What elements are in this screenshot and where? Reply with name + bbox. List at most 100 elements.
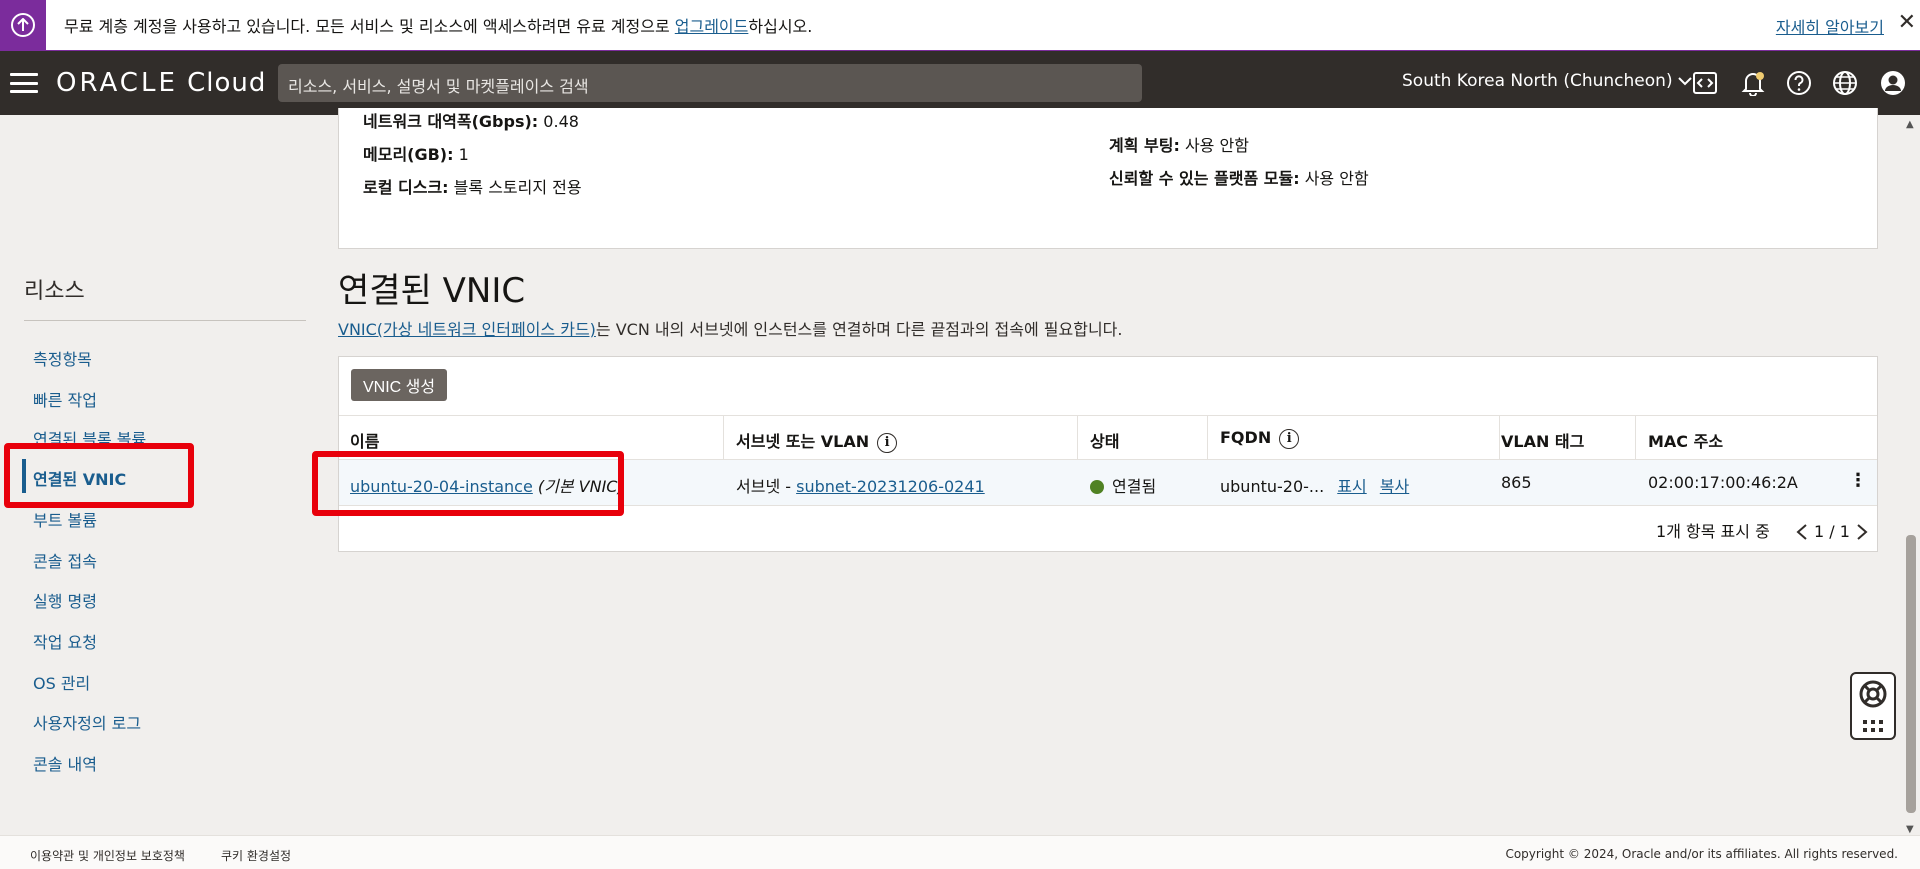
free-tier-banner: 무료 계층 계정을 사용하고 있습니다. 모든 서비스 및 리소스에 액세스하려… bbox=[0, 0, 1920, 51]
detail-value: 블록 스토리지 전용 bbox=[453, 178, 582, 197]
upgrade-icon-box bbox=[0, 0, 46, 51]
cloud-shell-icon[interactable] bbox=[1692, 70, 1718, 96]
bell-icon[interactable] bbox=[1740, 70, 1766, 96]
col-fqdn: FQDN i bbox=[1220, 428, 1300, 449]
vnic-description: VNIC(가상 네트워크 인터페이스 카드)는 VCN 내의 서브넷에 인스턴스… bbox=[338, 316, 1122, 340]
sidebar-item-work-requests[interactable]: 작업 요청 bbox=[33, 629, 97, 653]
col-separator bbox=[1635, 416, 1636, 461]
col-separator bbox=[723, 416, 724, 461]
arrow-up-icon bbox=[11, 13, 35, 37]
subnet-link[interactable]: subnet-20231206-0241 bbox=[796, 477, 985, 496]
top-header: ORACLE Cloud 리소스, 서비스, 설명서 및 마켓플레이스 검색 S… bbox=[0, 51, 1920, 115]
detail-memory: 메모리(GB): 1 bbox=[363, 141, 469, 165]
fqdn-show-link[interactable]: 표시 bbox=[1337, 477, 1366, 496]
search-input[interactable]: 리소스, 서비스, 설명서 및 마켓플레이스 검색 bbox=[278, 64, 1142, 102]
detail-network-bandwidth: 네트워크 대역폭(Gbps): 0.48 bbox=[363, 108, 579, 132]
detail-value: 사용 안함 bbox=[1304, 169, 1369, 188]
sidebar-item-quick-actions[interactable]: 빠른 작업 bbox=[33, 387, 97, 411]
chevron-down-icon bbox=[1678, 77, 1692, 86]
col-separator bbox=[1499, 416, 1500, 461]
cell-vlan-tag: 865 bbox=[1501, 473, 1532, 492]
highlight-box-vnic-name bbox=[312, 451, 624, 516]
region-selector[interactable]: South Korea North (Chuncheon) bbox=[1402, 71, 1692, 91]
sidebar-item-metrics[interactable]: 측정항목 bbox=[33, 346, 92, 370]
upgrade-link[interactable]: 업그레이드 bbox=[675, 17, 749, 36]
col-separator bbox=[1207, 416, 1208, 461]
cell-mac: 02:00:17:00:46:2A bbox=[1648, 473, 1798, 492]
detail-measured-boot: 계획 부팅: 사용 안함 bbox=[1109, 132, 1249, 156]
pager-pages: 1 / 1 bbox=[1813, 522, 1850, 541]
sidebar-item-run-command[interactable]: 실행 명령 bbox=[33, 588, 97, 612]
col-fqdn-label: FQDN bbox=[1220, 428, 1272, 447]
banner-text-before: 무료 계층 계정을 사용하고 있습니다. 모든 서비스 및 리소스에 액세스하려… bbox=[64, 17, 675, 36]
detail-label: 네트워크 대역폭(Gbps): bbox=[363, 112, 539, 131]
detail-local-disk: 로컬 디스크: 블록 스토리지 전용 bbox=[363, 174, 582, 198]
resources-title: 리소스 bbox=[24, 279, 85, 304]
subnet-prefix: 서브넷 - bbox=[736, 477, 797, 496]
page-scrollbar[interactable]: ▲ ▼ bbox=[1902, 115, 1920, 835]
row-actions-kebab-icon[interactable]: ⋮ bbox=[1849, 472, 1867, 490]
sidebar-item-console-history[interactable]: 콘솔 내역 bbox=[33, 751, 97, 775]
col-status: 상태 bbox=[1090, 432, 1120, 451]
sidebar-item-custom-logs[interactable]: 사용자정의 로그 bbox=[33, 710, 141, 734]
col-mac: MAC 주소 bbox=[1648, 432, 1724, 451]
vnic-desc-text: 는 VCN 내의 서브넷에 인스턴스를 연결하며 다른 끝점과의 접속에 필요합… bbox=[595, 320, 1123, 339]
grid-dots-icon bbox=[1863, 719, 1883, 732]
chevron-left-icon[interactable] bbox=[1795, 524, 1809, 540]
region-label: South Korea North (Chuncheon) bbox=[1402, 71, 1673, 91]
chevron-right-icon[interactable] bbox=[1855, 524, 1869, 540]
col-subnet-label: 서브넷 또는 VLAN bbox=[736, 432, 870, 451]
status-dot-icon bbox=[1090, 480, 1104, 494]
banner-text-after: 하십시오. bbox=[748, 17, 813, 36]
info-icon[interactable]: i bbox=[877, 432, 898, 453]
help-widget[interactable] bbox=[1850, 672, 1896, 740]
detail-tpm: 신뢰할 수 있는 플랫폼 모듈: 사용 안함 bbox=[1109, 165, 1369, 189]
cell-subnet: 서브넷 - subnet-20231206-0241 bbox=[736, 473, 985, 497]
instance-details-card: 네트워크 대역폭(Gbps): 0.48 메모리(GB): 1 로컬 디스크: … bbox=[338, 108, 1878, 249]
cell-fqdn: ubuntu-20-... 표시 복사 bbox=[1220, 473, 1409, 497]
detail-value: 1 bbox=[458, 145, 469, 164]
user-profile-icon[interactable] bbox=[1880, 70, 1906, 96]
fqdn-value: ubuntu-20-... bbox=[1220, 477, 1325, 496]
copyright: Copyright © 2024, Oracle and/or its affi… bbox=[1505, 847, 1898, 861]
page-title: 연결된 VNIC bbox=[338, 271, 526, 311]
info-icon[interactable]: i bbox=[1279, 428, 1300, 449]
status-text: 연결됨 bbox=[1112, 477, 1157, 496]
page-footer: 이용약관 및 개인정보 보호정책 쿠키 환경설정 Copyright © 202… bbox=[0, 835, 1920, 869]
pagination: 1개 항목 표시 중 1 / 1 bbox=[1656, 518, 1869, 542]
cell-status: 연결됨 bbox=[1090, 473, 1156, 497]
col-name: 이름 bbox=[350, 432, 380, 451]
col-separator bbox=[1077, 416, 1078, 461]
logo-oracle: ORACLE bbox=[56, 68, 178, 98]
terms-link[interactable]: 이용약관 및 개인정보 보호정책 bbox=[30, 847, 185, 864]
col-vlan-tag: VLAN 태그 bbox=[1501, 432, 1585, 451]
create-vnic-button[interactable]: VNIC 생성 bbox=[351, 369, 448, 401]
fqdn-copy-link[interactable]: 복사 bbox=[1380, 477, 1409, 496]
scroll-thumb[interactable] bbox=[1906, 535, 1916, 813]
detail-label: 계획 부팅: bbox=[1109, 136, 1180, 155]
globe-icon[interactable] bbox=[1832, 70, 1858, 96]
lifebuoy-icon bbox=[1859, 680, 1887, 707]
detail-value: 사용 안함 bbox=[1184, 136, 1249, 155]
scroll-down-icon[interactable]: ▼ bbox=[1906, 824, 1914, 835]
highlight-box-sidebar bbox=[4, 443, 194, 508]
menu-icon[interactable] bbox=[10, 73, 38, 93]
sidebar-item-console-connection[interactable]: 콘솔 접속 bbox=[33, 548, 97, 572]
scroll-up-icon[interactable]: ▲ bbox=[1906, 119, 1914, 130]
resources-divider bbox=[24, 320, 306, 321]
pager-text: 1개 항목 표시 중 bbox=[1656, 522, 1770, 541]
oracle-cloud-logo[interactable]: ORACLE Cloud bbox=[56, 68, 266, 98]
detail-label: 신뢰할 수 있는 플랫폼 모듈: bbox=[1109, 169, 1300, 188]
help-icon[interactable] bbox=[1786, 70, 1812, 96]
col-subnet: 서브넷 또는 VLAN i bbox=[736, 428, 898, 453]
sidebar-item-os-management[interactable]: OS 관리 bbox=[33, 670, 90, 694]
detail-label: 메모리(GB): bbox=[363, 145, 454, 164]
sidebar-item-boot-volume[interactable]: 부트 볼륨 bbox=[33, 507, 97, 531]
logo-cloud: Cloud bbox=[187, 68, 267, 98]
close-icon[interactable]: ✕ bbox=[1898, 12, 1916, 34]
learn-more-link[interactable]: 자세히 알아보기 bbox=[1776, 14, 1884, 38]
cookie-settings-link[interactable]: 쿠키 환경설정 bbox=[221, 847, 291, 864]
detail-value: 0.48 bbox=[543, 112, 579, 131]
vnic-doc-link[interactable]: VNIC(가상 네트워크 인터페이스 카드) bbox=[338, 320, 596, 339]
banner-message: 무료 계층 계정을 사용하고 있습니다. 모든 서비스 및 리소스에 액세스하려… bbox=[64, 13, 812, 37]
